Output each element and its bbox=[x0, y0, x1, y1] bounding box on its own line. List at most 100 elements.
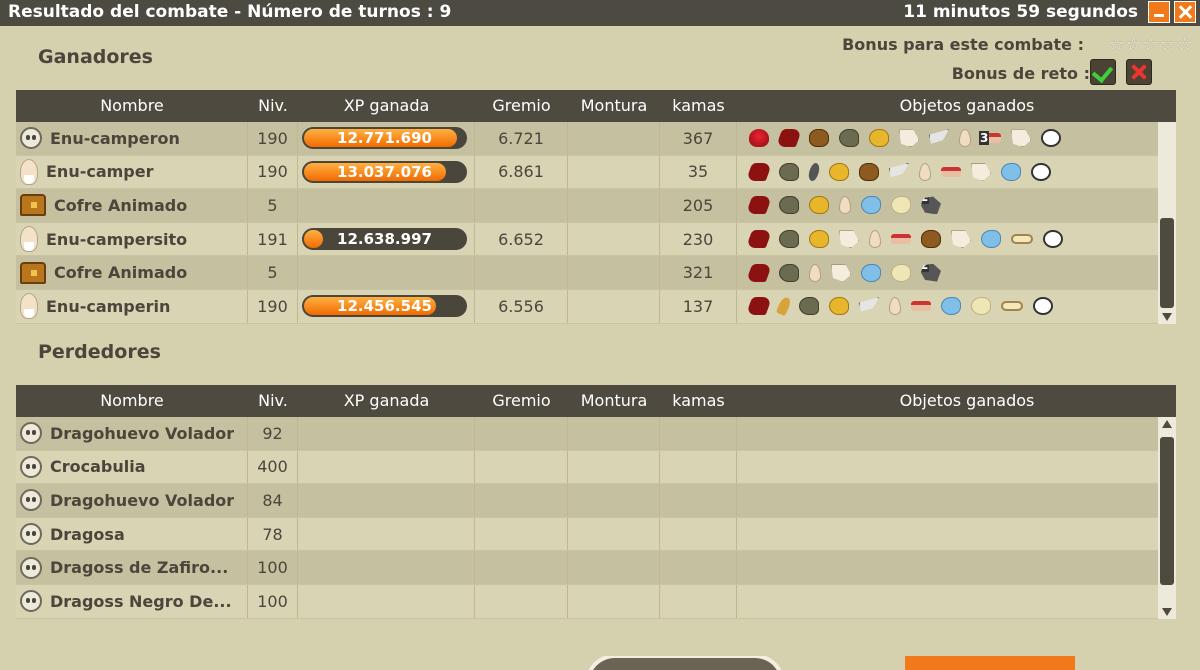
bag-item-icon[interactable] bbox=[859, 162, 879, 181]
bone-item-icon[interactable] bbox=[889, 297, 901, 316]
stone-item-icon[interactable]: 2 bbox=[921, 196, 941, 215]
col-objetos[interactable]: Objetos ganados bbox=[737, 391, 1197, 410]
scroll-down-icon[interactable] bbox=[1162, 313, 1172, 321]
bone-item-icon[interactable] bbox=[959, 129, 971, 148]
sausage-item-icon[interactable] bbox=[941, 166, 961, 177]
col-objetos[interactable]: Objetos ganados bbox=[737, 96, 1197, 115]
table-row[interactable]: Enu-camperon 190 12.771.690 6.721 367 3 bbox=[16, 122, 1176, 156]
col-nombre[interactable]: Nombre bbox=[16, 96, 248, 115]
scrollbar-thumb[interactable] bbox=[1160, 218, 1174, 308]
stone-item-icon[interactable]: 2 bbox=[921, 263, 941, 282]
title-bar[interactable]: Resultado del combate - Número de turnos… bbox=[0, 0, 1200, 26]
blue-item-icon[interactable] bbox=[861, 263, 881, 282]
table-row[interactable]: Dragosa 78 bbox=[16, 517, 1176, 552]
horn-item-icon[interactable] bbox=[775, 295, 793, 317]
table-row[interactable]: Dragohuevo Volador 92 bbox=[16, 417, 1176, 451]
table-row[interactable]: Dragohuevo Volador 84 bbox=[16, 484, 1176, 518]
close-button[interactable] bbox=[1174, 1, 1196, 23]
wing-item-icon[interactable] bbox=[859, 297, 879, 312]
cream-item-icon[interactable] bbox=[891, 263, 911, 282]
table-row[interactable]: Dragoss de Zafiro... 100 bbox=[16, 551, 1176, 585]
col-montura[interactable]: Montura bbox=[568, 391, 660, 410]
losers-scrollbar[interactable] bbox=[1158, 417, 1176, 619]
red-item-icon[interactable] bbox=[745, 196, 773, 215]
table-row[interactable]: Enu-camperin 190 12.456.545 6.556 137 bbox=[16, 289, 1176, 324]
olive-item-icon[interactable] bbox=[779, 263, 799, 282]
gold-item-icon[interactable] bbox=[829, 297, 849, 316]
olive-item-icon[interactable] bbox=[799, 297, 819, 316]
scroll-up-icon[interactable] bbox=[1162, 420, 1172, 428]
olive-item-icon[interactable] bbox=[779, 230, 799, 249]
col-montura[interactable]: Montura bbox=[568, 96, 660, 115]
gold-item-icon[interactable] bbox=[809, 230, 829, 249]
col-gremio[interactable]: Gremio bbox=[475, 96, 568, 115]
gold-item-icon[interactable] bbox=[809, 196, 829, 215]
col-kamas[interactable]: kamas bbox=[660, 96, 737, 115]
blue-item-icon[interactable] bbox=[941, 297, 961, 316]
table-row[interactable]: Cofre Animado 5 321 2 bbox=[16, 256, 1176, 290]
bubble-item-icon[interactable] bbox=[1031, 162, 1051, 181]
col-gremio[interactable]: Gremio bbox=[475, 391, 568, 410]
blue-item-icon[interactable] bbox=[981, 230, 1001, 249]
paper-item-icon[interactable] bbox=[1011, 129, 1031, 148]
bone-item-icon[interactable] bbox=[869, 230, 881, 249]
bone-item-icon[interactable] bbox=[839, 196, 851, 215]
level-value: 400 bbox=[257, 457, 288, 477]
fire-item-icon[interactable] bbox=[749, 129, 769, 148]
blue-item-icon[interactable] bbox=[861, 196, 881, 215]
col-niv[interactable]: Niv. bbox=[248, 96, 298, 115]
col-nombre[interactable]: Nombre bbox=[16, 391, 248, 410]
gold-item-icon[interactable] bbox=[829, 162, 849, 181]
col-xp[interactable]: XP ganada bbox=[298, 96, 475, 115]
red-item-icon[interactable] bbox=[745, 162, 773, 181]
red-item-icon[interactable] bbox=[745, 297, 773, 316]
bone-item-icon[interactable] bbox=[919, 162, 931, 181]
blue-item-icon[interactable] bbox=[1001, 162, 1021, 181]
bone-item-icon[interactable] bbox=[809, 263, 821, 282]
col-niv[interactable]: Niv. bbox=[248, 391, 298, 410]
table-row[interactable]: Enu-campersito 191 12.638.997 6.652 230 bbox=[16, 222, 1176, 257]
olive-item-icon[interactable] bbox=[839, 129, 859, 148]
col-kamas[interactable]: kamas bbox=[660, 391, 737, 410]
cream-item-icon[interactable] bbox=[891, 196, 911, 215]
level-value: 100 bbox=[257, 558, 288, 578]
paper-item-icon[interactable] bbox=[839, 230, 859, 249]
scrollbar-thumb[interactable] bbox=[1160, 437, 1174, 585]
sausage-item-icon[interactable] bbox=[891, 234, 911, 245]
bag-item-icon[interactable] bbox=[921, 230, 941, 249]
red-item-icon[interactable] bbox=[745, 230, 773, 249]
table-row[interactable]: Crocabulia 400 bbox=[16, 450, 1176, 485]
wing-item-icon[interactable] bbox=[889, 162, 909, 178]
bag-item-icon[interactable] bbox=[809, 129, 829, 148]
bubble-item-icon[interactable] bbox=[1043, 230, 1063, 249]
dark-item-icon[interactable] bbox=[805, 161, 823, 183]
glasses-item-icon[interactable] bbox=[1001, 301, 1023, 312]
paper-item-icon[interactable] bbox=[951, 230, 971, 249]
red-item-icon[interactable] bbox=[775, 129, 803, 148]
wing-item-icon[interactable] bbox=[929, 129, 949, 144]
gold-item-icon[interactable] bbox=[869, 129, 889, 148]
table-row[interactable]: Cofre Animado 5 205 2 bbox=[16, 189, 1176, 223]
glasses-item-icon[interactable] bbox=[1011, 234, 1033, 245]
challenge-success-icon[interactable] bbox=[1090, 59, 1116, 85]
sausage-item-icon[interactable] bbox=[911, 301, 931, 312]
challenge-failed-icon[interactable] bbox=[1126, 59, 1152, 85]
olive-item-icon[interactable] bbox=[779, 162, 799, 181]
col-xp[interactable]: XP ganada bbox=[298, 391, 475, 410]
bubble-item-icon[interactable] bbox=[1033, 297, 1053, 316]
table-row[interactable]: Enu-camper 190 13.037.076 6.861 35 bbox=[16, 155, 1176, 190]
footer-button[interactable] bbox=[905, 656, 1075, 670]
red-item-icon[interactable] bbox=[745, 263, 773, 282]
paper-item-icon[interactable] bbox=[899, 129, 919, 148]
sausage-item-icon[interactable]: 3 bbox=[979, 131, 1001, 146]
minimize-button[interactable] bbox=[1148, 1, 1170, 23]
cream-item-icon[interactable] bbox=[971, 297, 991, 316]
fighter-name: Dragoss de Zafiro... bbox=[50, 558, 229, 578]
table-row[interactable]: Dragoss Negro De... 100 bbox=[16, 584, 1176, 619]
bubble-item-icon[interactable] bbox=[1041, 129, 1061, 148]
scroll-down-icon[interactable] bbox=[1162, 608, 1172, 616]
paper-item-icon[interactable] bbox=[831, 263, 851, 282]
winners-scrollbar[interactable] bbox=[1158, 122, 1176, 324]
olive-item-icon[interactable] bbox=[779, 196, 799, 215]
paper-item-icon[interactable] bbox=[971, 162, 991, 181]
